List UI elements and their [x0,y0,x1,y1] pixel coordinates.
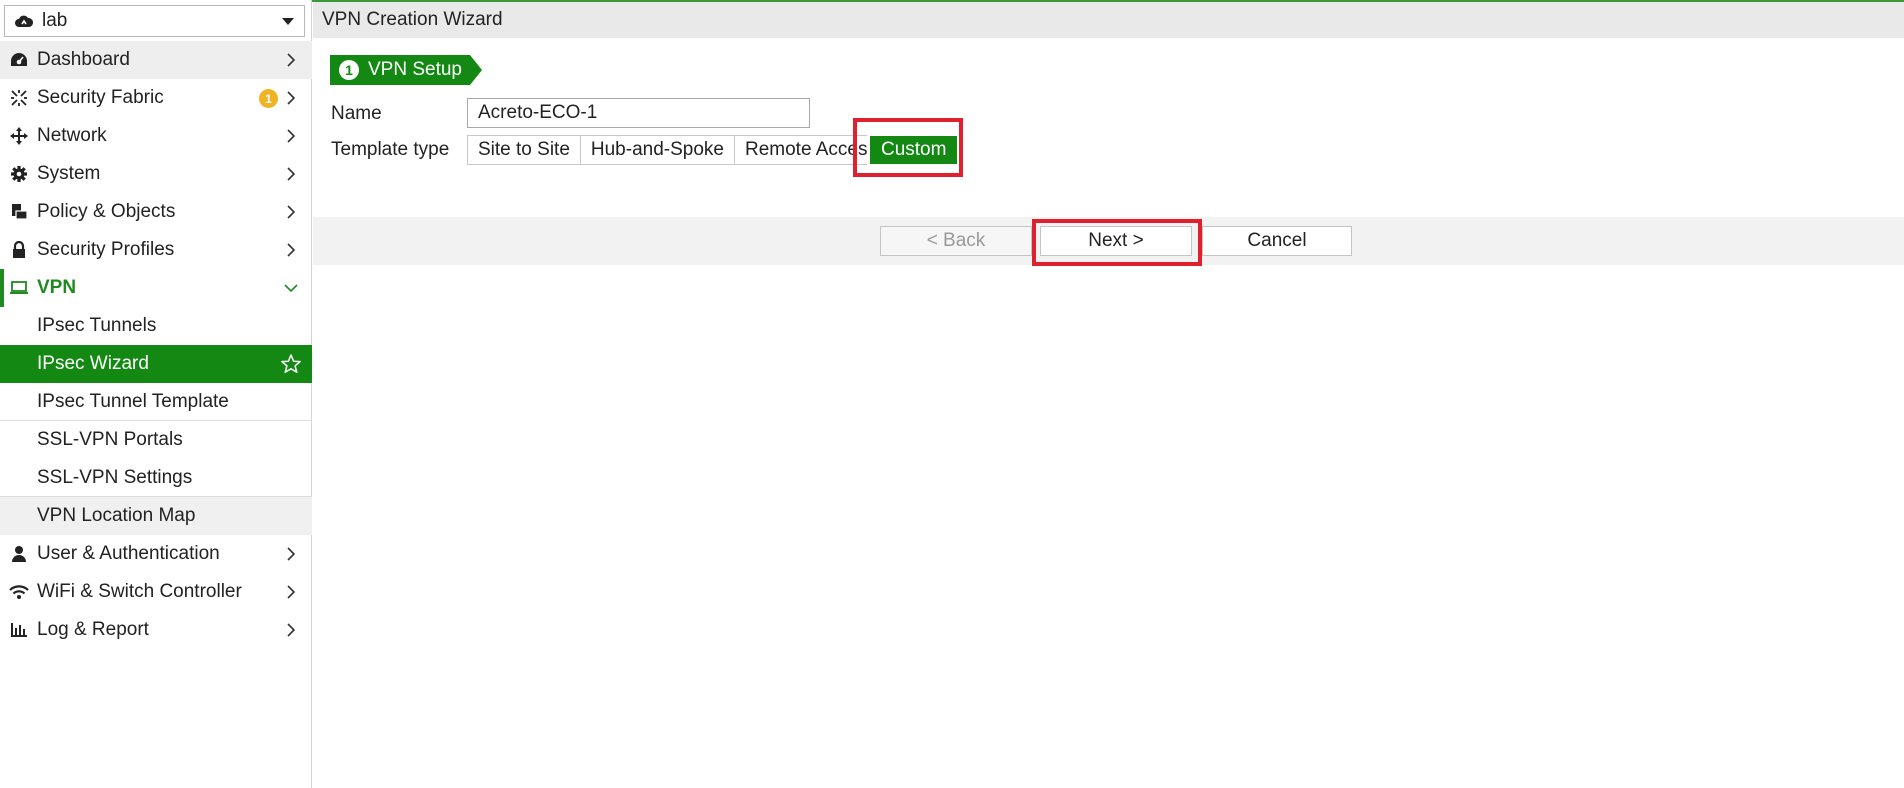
cancel-button[interactable]: Cancel [1202,226,1352,256]
name-label: Name [331,103,382,124]
page-title: VPN Creation Wizard [322,9,503,30]
step-label: VPN Setup [368,59,462,80]
chevron-right-icon [282,583,300,601]
user-icon [9,544,29,564]
cloud-icon [14,13,36,29]
sidebar-nav: Dashboard Security Fabric 1 Network Syst… [0,41,312,649]
sidebar-item-system[interactable]: System [0,155,312,193]
sidebar-item-wifi-switch-controller[interactable]: WiFi & Switch Controller [0,573,312,611]
chevron-right-icon [282,51,300,69]
sidebar-subitem-vpn-location-map[interactable]: VPN Location Map [0,497,312,535]
notification-badge: 1 [259,89,278,108]
laptop-icon [9,278,29,298]
sidebar-item-vpn[interactable]: VPN [0,269,312,307]
sidebar-item-security-fabric[interactable]: Security Fabric 1 [0,79,312,117]
template-type-label: Template type [331,139,450,160]
sidebar-item-label: VPN [37,277,77,298]
sidebar-subitem-ipsec-tunnels[interactable]: IPsec Tunnels [0,307,312,345]
sidebar-subitem-ssl-vpn-settings[interactable]: SSL-VPN Settings [0,459,312,497]
chevron-down-icon [282,18,294,25]
star-icon[interactable] [280,353,302,375]
back-button[interactable]: < Back [880,226,1032,256]
sidebar-item-log-report[interactable]: Log & Report [0,611,312,649]
name-field[interactable]: Acreto-ECO-1 [467,98,810,128]
template-option-custom[interactable]: Custom [869,136,958,164]
chevron-right-icon [282,621,300,639]
sidebar-item-dashboard[interactable]: Dashboard [0,41,312,79]
template-option-hub-and-spoke[interactable]: Hub-and-Spoke [579,135,734,165]
sidebar-item-label: User & Authentication [37,543,220,564]
chevron-right-icon [282,89,300,107]
sidebar-item-label: WiFi & Switch Controller [37,581,242,602]
network-icon [9,126,29,146]
vdom-selector[interactable]: lab [4,5,305,37]
sidebar-item-label: Policy & Objects [37,201,176,222]
chevron-right-icon [282,241,300,259]
chevron-down-icon [282,279,300,297]
sidebar-subitem-label: IPsec Wizard [37,353,149,374]
sidebar-item-user-authentication[interactable]: User & Authentication [0,535,312,573]
page-header: VPN Creation Wizard [313,2,1904,38]
sidebar-subitem-label: SSL-VPN Portals [37,429,183,450]
chevron-right-icon [282,203,300,221]
sidebar-item-policy-objects[interactable]: Policy & Objects [0,193,312,231]
template-option-remote-access[interactable]: Remote Access [733,135,867,165]
step-number: 1 [339,60,359,80]
sidebar-item-security-profiles[interactable]: Security Profiles [0,231,312,269]
template-option-site-to-site[interactable]: Site to Site [467,135,580,165]
sidebar-item-label: Dashboard [37,49,130,70]
report-icon [9,620,29,640]
sidebar-item-label: Network [37,125,107,146]
sidebar-subitem-label: SSL-VPN Settings [37,466,193,488]
sidebar-subitem-ssl-vpn-portals[interactable]: SSL-VPN Portals [0,421,312,459]
sidebar: lab Dashboard Security Fabric 1 Network [0,0,312,788]
sidebar-item-label: System [37,163,101,184]
template-type-selector: Site to Site Hub-and-Spoke Remote Access… [467,135,958,165]
sidebar-subitem-label: IPsec Tunnels [37,315,157,336]
sidebar-item-label: Security Profiles [37,239,175,260]
sidebar-item-label: Security Fabric [37,87,164,108]
wifi-icon [9,582,29,602]
sidebar-subitem-ipsec-tunnel-template[interactable]: IPsec Tunnel Template [0,383,312,421]
chevron-right-icon [282,165,300,183]
name-field-value: Acreto-ECO-1 [478,102,598,123]
sidebar-subitem-label: VPN Location Map [37,505,196,526]
gear-icon [9,164,29,184]
sidebar-item-network[interactable]: Network [0,117,312,155]
lock-icon [9,240,29,260]
next-button[interactable]: Next > [1040,226,1192,256]
vdom-value: lab [42,10,68,31]
sidebar-subitem-label: IPsec Tunnel Template [37,390,229,412]
policy-icon [9,202,29,222]
chevron-right-icon [282,545,300,563]
dashboard-icon [9,50,29,70]
sidebar-subitem-ipsec-wizard[interactable]: IPsec Wizard [0,345,312,383]
chevron-right-icon [282,127,300,145]
sidebar-item-label: Log & Report [37,619,149,640]
wizard-step-indicator: 1 VPN Setup [330,55,482,85]
fabric-icon [9,88,29,108]
